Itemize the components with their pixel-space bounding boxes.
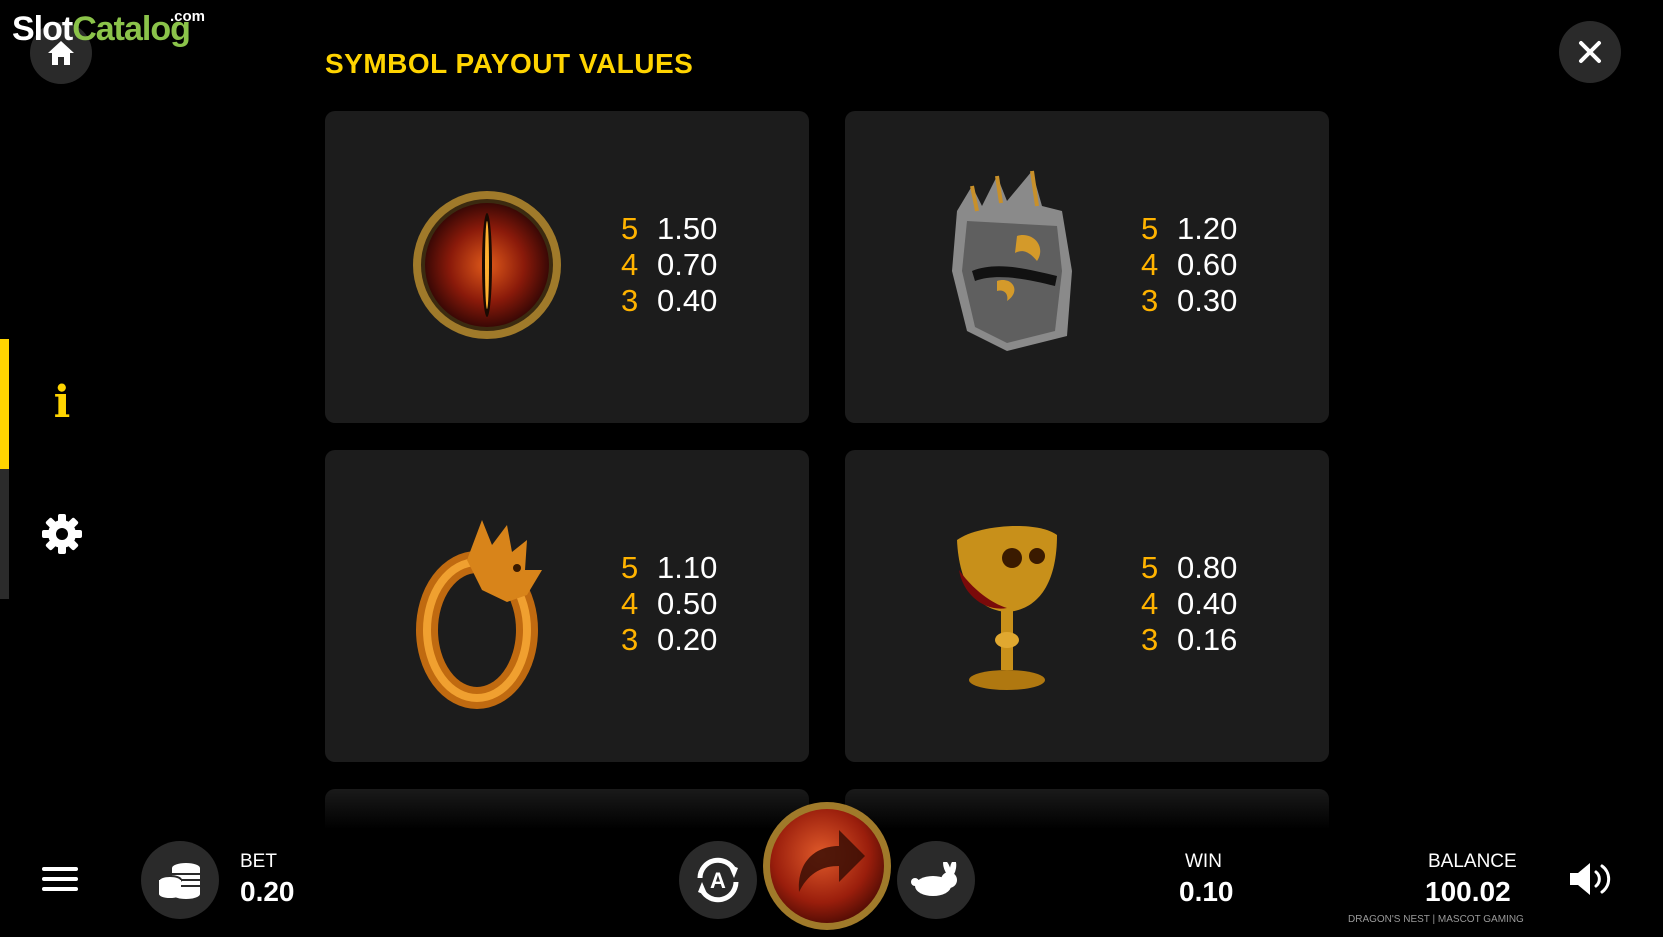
spin-arrow-icon	[763, 802, 891, 930]
payout-row: 5 1.10	[621, 550, 718, 585]
hamburger-icon	[42, 867, 78, 891]
gear-icon	[42, 514, 82, 554]
dragon-ring-icon	[416, 520, 542, 709]
bet-button[interactable]	[141, 841, 219, 919]
payout-row: 3 0.30	[1141, 283, 1238, 318]
bet-value: 0.20	[240, 876, 295, 907]
info-tab[interactable]: i	[40, 378, 84, 428]
skull-goblet-icon	[957, 525, 1057, 690]
payout-list: 5 1.10 4 0.50 3 0.20	[621, 550, 717, 658]
symbol-card-partial	[325, 789, 809, 829]
rabbit-icon	[911, 862, 957, 896]
dragon-eye-icon	[413, 191, 561, 339]
speaker-icon	[1570, 863, 1611, 895]
spin-button[interactable]	[761, 800, 893, 932]
win-value: 0.10	[1179, 876, 1234, 907]
payout-list: 5 1.20 4 0.60 3 0.30	[1141, 211, 1237, 319]
symbol-card: 5 1.20 4 0.60 3 0.30	[845, 111, 1329, 423]
close-button[interactable]	[1559, 21, 1621, 83]
watermark-logo: SlotCatalog .com	[12, 8, 206, 48]
payout-list: 5 1.50 4 0.70 3 0.40	[621, 211, 717, 319]
symbol-card: 5 1.50 4 0.70 3 0.40	[325, 111, 809, 423]
info-icon: i	[53, 377, 71, 428]
svg-text:A: A	[710, 868, 726, 893]
bet-label: BET	[240, 851, 277, 872]
knight-helmet-icon	[952, 170, 1072, 351]
payout-row: 5 1.20	[1141, 211, 1238, 246]
payout-row: 5 1.50	[621, 211, 718, 246]
turbo-button[interactable]	[897, 841, 975, 919]
symbol-card: 5 1.10 4 0.50 3 0.20	[325, 450, 809, 762]
win-label: WIN	[1185, 851, 1222, 872]
payout-row: 3 0.40	[621, 283, 718, 318]
sound-button[interactable]	[1568, 860, 1614, 898]
symbol-card-partial	[845, 789, 1329, 829]
payout-row: 4 0.50	[621, 586, 718, 621]
payout-row: 3 0.16	[1141, 622, 1238, 657]
menu-button[interactable]	[40, 864, 80, 894]
payout-row: 4 0.40	[1141, 586, 1238, 621]
payout-row: 5 0.80	[1141, 550, 1238, 585]
autoplay-icon: A	[697, 857, 739, 903]
side-nav-active-indicator	[0, 339, 9, 469]
payout-row: 3 0.20	[621, 622, 718, 657]
autoplay-button[interactable]: A	[679, 841, 757, 919]
game-credit: DRAGON'S NEST | MASCOT GAMING	[1348, 914, 1524, 925]
symbol-card: 5 0.80 4 0.40 3 0.16	[845, 450, 1329, 762]
settings-tab[interactable]	[40, 512, 84, 556]
page-title: SYMBOL PAYOUT VALUES	[325, 48, 694, 79]
balance-value: 100.02	[1425, 876, 1511, 907]
payout-row: 4 0.60	[1141, 247, 1238, 282]
payout-list: 5 0.80 4 0.40 3 0.16	[1141, 550, 1237, 658]
coins-stack-icon	[158, 863, 200, 899]
payout-row: 4 0.70	[621, 247, 718, 282]
balance-label: BALANCE	[1428, 851, 1517, 872]
close-icon	[1579, 41, 1601, 63]
